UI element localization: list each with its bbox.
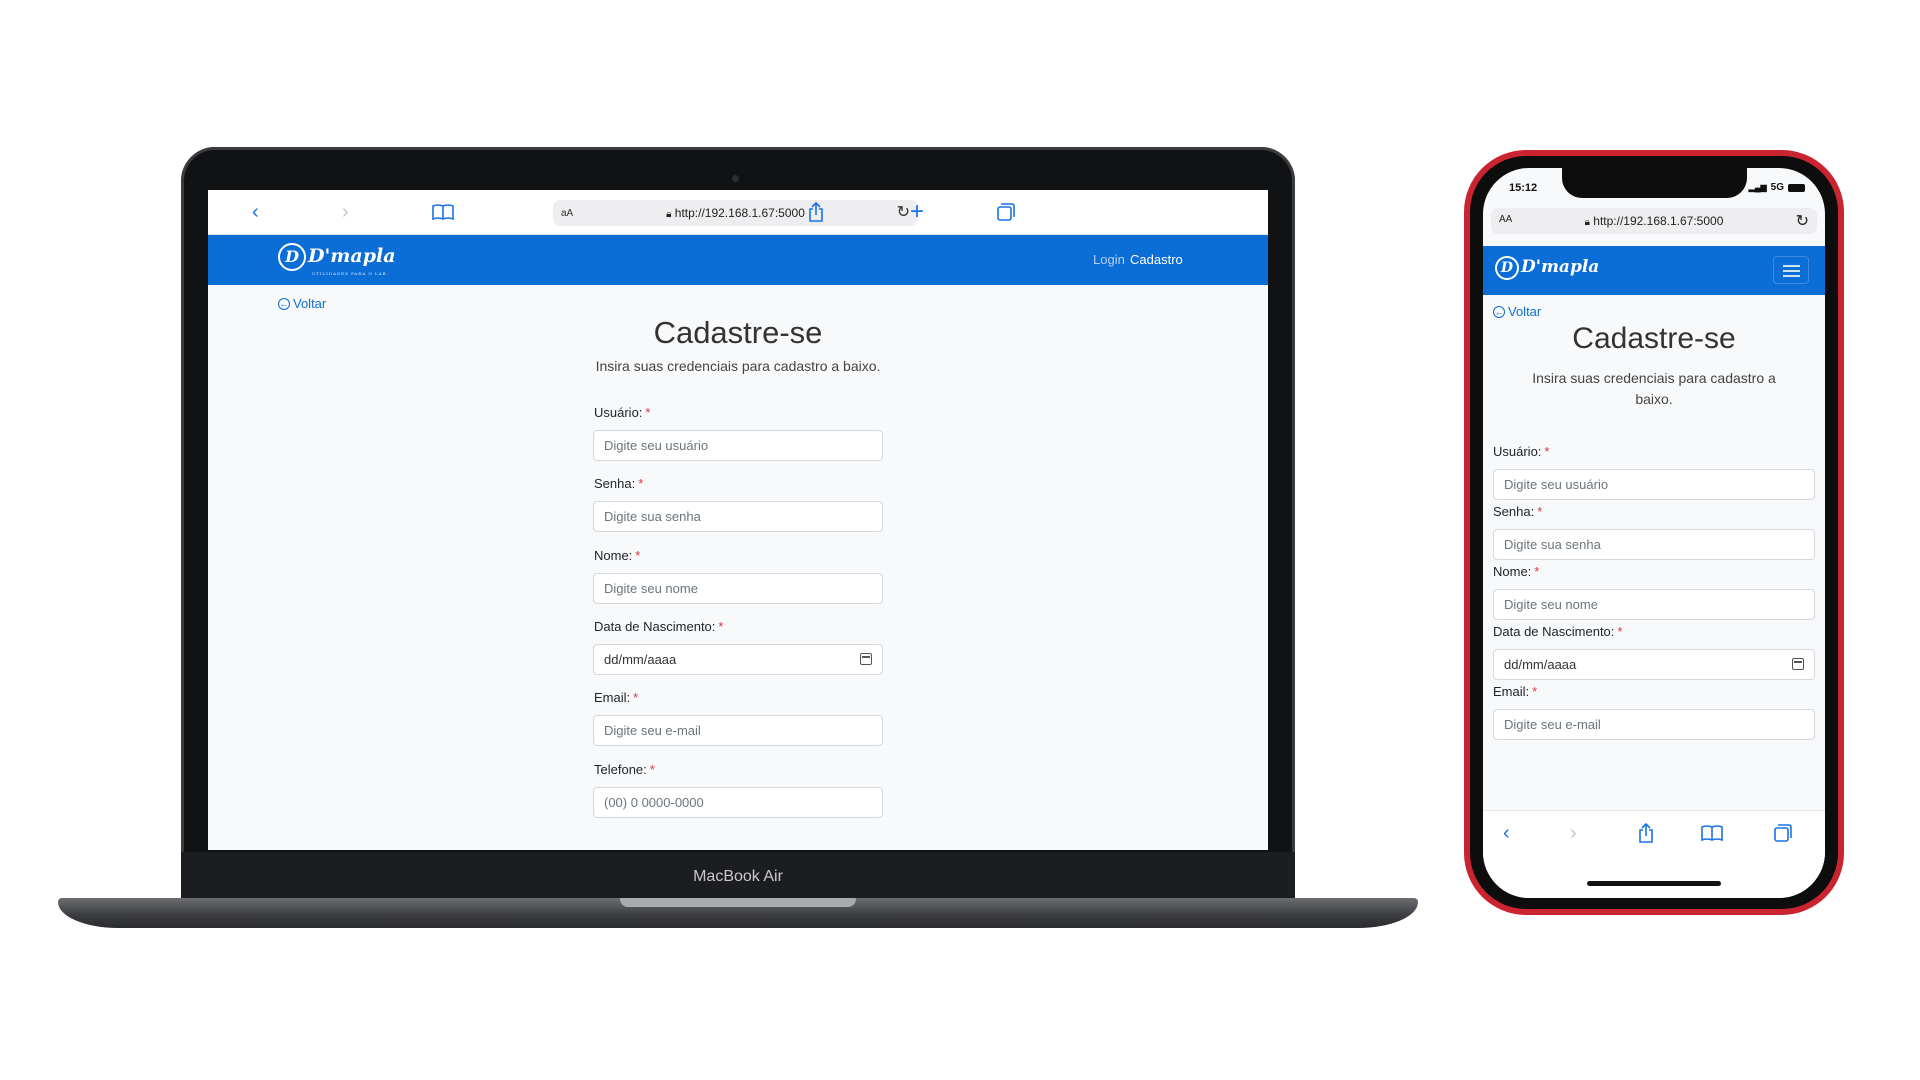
username-label: Usuário: * [1493, 444, 1550, 459]
laptop-hinge-notch [620, 898, 856, 907]
laptop-chin: MacBook Air [181, 852, 1295, 900]
back-icon[interactable]: ‹ [1503, 821, 1510, 845]
back-link-label: Voltar [1508, 304, 1542, 319]
battery-icon [1788, 183, 1805, 192]
birthdate-label: Data de Nascimento: * [1493, 624, 1623, 639]
laptop-camera [732, 175, 739, 182]
network-label: 5G [1770, 182, 1784, 193]
site-logo[interactable]: D D'mapla [1495, 256, 1599, 280]
required-mark: * [635, 548, 641, 563]
birthdate-label: Data de Nascimento: * [594, 619, 724, 634]
forward-icon[interactable]: › [342, 200, 349, 224]
logo-text: D'mapla [1521, 257, 1600, 277]
laptop-screen: ‹ › aA 🔒︎ http://192.168.1.67:5000 ↻ + D… [208, 190, 1268, 850]
nav-login[interactable]: Login [1093, 252, 1125, 267]
page-subtitle: Insira suas credenciais para cadastro a … [595, 358, 881, 374]
lock-icon: 🔒︎ [1584, 217, 1590, 228]
birthdate-input[interactable]: dd/mm/aaaa [593, 644, 883, 675]
required-mark: * [638, 476, 644, 491]
page-title: Cadastre-se [653, 315, 823, 350]
password-label: Senha: * [594, 476, 644, 491]
email-input[interactable]: Digite seu e-mail [1493, 709, 1815, 740]
page-subtitle-line2: baixo. [1635, 391, 1673, 407]
bookmarks-icon[interactable] [1701, 821, 1723, 845]
required-mark: * [1537, 504, 1543, 519]
device-mockup-stage: ‹ › aA 🔒︎ http://192.168.1.67:5000 ↻ + D… [0, 0, 1920, 1080]
phone-label: Telefone: * [594, 762, 655, 777]
required-mark: * [633, 690, 639, 705]
nav-cadastro[interactable]: Cadastro [1130, 252, 1183, 267]
signup-page: ← Voltar Cadastre-se Insira suas credenc… [208, 285, 1268, 850]
back-link-label: Voltar [293, 296, 327, 311]
required-mark: * [1544, 444, 1550, 459]
phone-site-navbar: D D'mapla [1483, 246, 1825, 295]
email-label: Email: * [1493, 684, 1538, 699]
username-input[interactable]: Digite seu usuário [1493, 469, 1815, 500]
reload-icon[interactable]: ↻ [897, 202, 910, 222]
phone-address-bar[interactable]: AA 🔒︎ http://192.168.1.67:5000 ↻ [1491, 208, 1817, 234]
name-label: Nome: * [594, 548, 641, 563]
back-link[interactable]: ← Voltar [1493, 304, 1541, 319]
logo-tagline: UTILIDADES PARA O LAR [312, 271, 387, 276]
lock-icon: 🔒︎ [666, 209, 672, 220]
back-link[interactable]: ← Voltar [278, 296, 326, 311]
phone-screen: 15:12 ▂▄▆ 5G AA 🔒︎ http://192.168.1.67:5… [1483, 168, 1825, 898]
arrow-left-circle-icon: ← [278, 297, 290, 310]
birthdate-input[interactable]: dd/mm/aaaa [1493, 649, 1815, 680]
name-input[interactable]: Digite seu nome [593, 573, 883, 604]
address-bar[interactable]: aA 🔒︎ http://192.168.1.67:5000 ↻ [553, 200, 918, 226]
email-input[interactable]: Digite seu e-mail [593, 715, 883, 746]
phone-notch [1562, 168, 1747, 198]
tabs-icon[interactable] [1773, 821, 1793, 845]
required-mark: * [1617, 624, 1623, 639]
url-text: 🔒︎ http://192.168.1.67:5000 [666, 206, 805, 220]
required-mark: * [718, 619, 724, 634]
menu-toggle-button[interactable] [1773, 256, 1809, 284]
signal-icon: ▂▄▆ [1748, 183, 1767, 192]
password-input[interactable]: Digite sua senha [1493, 529, 1815, 560]
site-navbar: D D'mapla UTILIDADES PARA O LAR Login Cad… [208, 235, 1268, 285]
share-icon[interactable] [808, 200, 824, 224]
username-input[interactable]: Digite seu usuário [593, 430, 883, 461]
required-mark: * [1534, 564, 1540, 579]
status-time: 15:12 [1509, 182, 1538, 194]
home-indicator[interactable] [1587, 881, 1721, 886]
page-subtitle-line1: Insira suas credenciais para cadastro a [1532, 370, 1776, 386]
phone-input[interactable]: (00) 0 0000-0000 [593, 787, 883, 818]
tabs-icon[interactable] [996, 200, 1016, 224]
username-label: Usuário: * [594, 405, 651, 420]
calendar-icon[interactable] [860, 653, 872, 665]
site-logo[interactable]: D D'mapla UTILIDADES PARA O LAR [278, 243, 396, 276]
phone-url-text: 🔒︎ http://192.168.1.67:5000 [1584, 214, 1724, 228]
reload-icon[interactable]: ↻ [1796, 211, 1809, 231]
name-input[interactable]: Digite seu nome [1493, 589, 1815, 620]
calendar-icon[interactable] [1792, 658, 1804, 670]
status-bar-right: ▂▄▆ 5G [1749, 182, 1805, 193]
back-icon[interactable]: ‹ [252, 200, 259, 224]
bookmarks-icon[interactable] [432, 200, 454, 224]
logo-text: D'mapla [308, 245, 396, 267]
forward-icon[interactable]: › [1570, 821, 1577, 845]
new-tab-icon[interactable]: + [910, 198, 924, 225]
share-icon[interactable] [1638, 821, 1654, 845]
email-label: Email: * [594, 690, 639, 705]
name-label: Nome: * [1493, 564, 1540, 579]
required-mark: * [1532, 684, 1538, 699]
laptop-brand-label: MacBook Air [693, 868, 783, 885]
arrow-left-circle-icon: ← [1493, 305, 1505, 318]
password-label: Senha: * [1493, 504, 1543, 519]
required-mark: * [649, 762, 655, 777]
phone-browser-bottom-bar: ‹ › [1483, 810, 1825, 898]
page-title: Cadastre-se [1572, 322, 1736, 355]
required-mark: * [645, 405, 651, 420]
password-input[interactable]: Digite sua senha [593, 501, 883, 532]
browser-toolbar: ‹ › aA 🔒︎ http://192.168.1.67:5000 ↻ + [208, 190, 1268, 235]
